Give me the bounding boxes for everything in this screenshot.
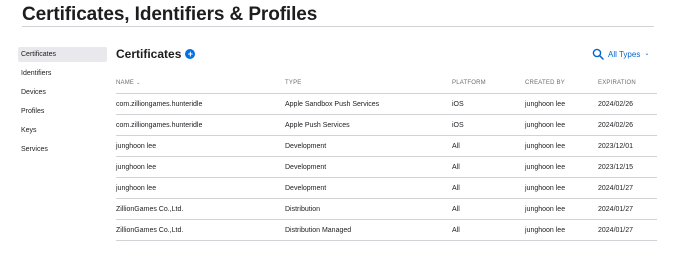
- table-row[interactable]: junghoon lee Development All junghoon le…: [116, 136, 657, 157]
- sort-chevron-icon[interactable]: ⌄: [136, 80, 140, 86]
- cell-type: Apple Push Services: [285, 122, 350, 129]
- cell-created-by: junghoon lee: [525, 227, 566, 234]
- table-row[interactable]: ZillionGames Co.,Ltd. Distribution Manag…: [116, 220, 657, 241]
- column-header-type[interactable]: TYPE: [285, 80, 301, 86]
- cell-type: Development: [285, 185, 327, 192]
- cell-platform: All: [452, 227, 460, 234]
- sidebar-item-keys[interactable]: Keys: [18, 123, 107, 138]
- cell-type: Apple Sandbox Push Services: [285, 101, 380, 108]
- table-row[interactable]: junghoon lee Development All junghoon le…: [116, 157, 657, 178]
- sidebar: Certificates Identifiers Devices Profile…: [18, 47, 107, 161]
- cell-name: com.zilliongames.hunteridle: [116, 101, 203, 108]
- cell-name: junghoon lee: [116, 164, 157, 171]
- cell-name: junghoon lee: [116, 143, 157, 150]
- cell-created-by: junghoon lee: [525, 122, 566, 129]
- cell-platform: iOS: [452, 122, 464, 129]
- sidebar-item-services[interactable]: Services: [18, 142, 107, 157]
- cell-expiration: 2023/12/15: [598, 164, 634, 171]
- cell-type: Development: [285, 164, 327, 171]
- sidebar-item-devices[interactable]: Devices: [18, 85, 107, 100]
- type-filter: All Types ⌄: [592, 47, 649, 61]
- sidebar-item-profiles[interactable]: Profiles: [18, 104, 107, 119]
- cell-expiration: 2024/01/27: [598, 206, 634, 213]
- cell-platform: All: [452, 206, 460, 213]
- cell-expiration: 2023/12/01: [598, 143, 634, 150]
- section-title: Certificates: [116, 47, 182, 61]
- table-row[interactable]: com.zilliongames.hunteridle Apple Push S…: [116, 115, 657, 136]
- cell-type: Distribution: [285, 206, 321, 213]
- cell-type: Distribution Managed: [285, 227, 352, 234]
- cell-created-by: junghoon lee: [525, 164, 566, 171]
- cell-created-by: junghoon lee: [525, 101, 566, 108]
- cell-platform: All: [452, 185, 460, 192]
- column-header-expiration[interactable]: EXPIRATION: [598, 80, 636, 86]
- cell-name: com.zilliongames.hunteridle: [116, 122, 203, 129]
- page-title: Certificates, Identifiers & Profiles: [22, 4, 318, 25]
- cell-name: ZillionGames Co.,Ltd.: [116, 206, 184, 213]
- table-row[interactable]: junghoon lee Development All junghoon le…: [116, 178, 657, 199]
- table-row[interactable]: com.zilliongames.hunteridle Apple Sandbo…: [116, 94, 657, 115]
- certificates-table: NAME ⌄ TYPE PLATFORM CREATED BY EXPIRATIO…: [116, 73, 657, 241]
- cell-platform: iOS: [452, 101, 464, 108]
- cell-created-by: junghoon lee: [525, 143, 566, 150]
- column-header-created-by[interactable]: CREATED BY: [525, 80, 565, 86]
- column-header-name-label[interactable]: NAME: [116, 80, 134, 86]
- title-divider: [22, 26, 654, 27]
- sidebar-item-identifiers[interactable]: Identifiers: [18, 66, 107, 81]
- cell-created-by: junghoon lee: [525, 185, 566, 192]
- column-header-platform[interactable]: PLATFORM: [452, 80, 486, 86]
- cell-platform: All: [452, 143, 460, 150]
- column-header-name[interactable]: NAME ⌄: [116, 80, 141, 86]
- cell-expiration: 2024/01/27: [598, 185, 634, 192]
- cell-name: junghoon lee: [116, 185, 157, 192]
- cell-created-by: junghoon lee: [525, 206, 566, 213]
- add-certificate-icon[interactable]: +: [185, 49, 196, 59]
- cell-platform: All: [452, 164, 460, 171]
- cell-name: ZillionGames Co.,Ltd.: [116, 227, 184, 234]
- cell-expiration: 2024/01/27: [598, 227, 634, 234]
- cell-expiration: 2024/02/26: [598, 122, 634, 129]
- cell-type: Development: [285, 143, 327, 150]
- table-header: NAME ⌄ TYPE PLATFORM CREATED BY EXPIRATIO…: [116, 73, 657, 94]
- chevron-down-icon[interactable]: ⌄: [644, 50, 649, 58]
- filter-dropdown[interactable]: All Types: [608, 50, 640, 59]
- table-row[interactable]: ZillionGames Co.,Ltd. Distribution All j…: [116, 199, 657, 220]
- sidebar-item-certificates[interactable]: Certificates: [18, 47, 107, 62]
- cell-expiration: 2024/02/26: [598, 101, 634, 108]
- search-icon[interactable]: [592, 48, 604, 60]
- section-header: Certificates +: [116, 45, 196, 63]
